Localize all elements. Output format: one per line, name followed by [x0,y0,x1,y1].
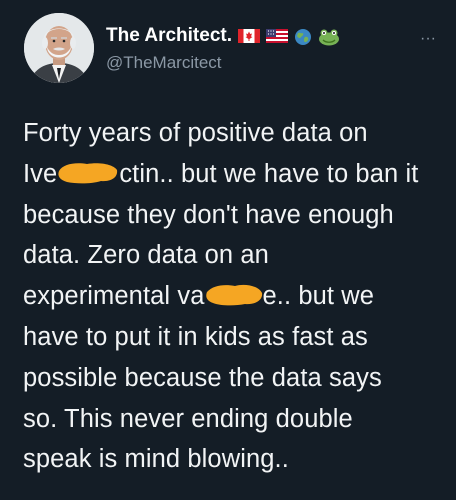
tweet-line: experimental va e.. but we [23,276,448,317]
user-handle[interactable]: @TheMarcitect [106,53,340,73]
name-row: The Architect. [106,24,340,48]
tweet-header: The Architect. @TheMarcitect [106,24,340,73]
tweet-line: have to put it in kids as fast as [23,322,368,351]
tweet-line: Forty years of positive data on [23,119,368,147]
tweet-card: The Architect. @TheMarcitect ··· Forty y… [0,0,456,500]
tweet-line: because they don't have enough [23,200,394,229]
tweet-line: data. Zero data on an [23,241,269,270]
frog-icon [318,28,340,46]
more-options-icon[interactable]: ··· [420,30,436,48]
tweet-line: so. This never ending double [23,404,353,433]
avatar-portrait-icon [24,13,94,83]
redaction-mark [57,157,119,184]
canada-flag-icon [238,28,260,44]
globe-icon [294,28,312,45]
tweet-text: Forty years of positive data on Ive ctin.… [23,113,448,480]
tweet-line: possible because the data says [23,363,382,392]
usa-flag-icon [266,28,288,44]
tweet-line: Ive ctin.. but we have to ban it [23,154,448,195]
display-name[interactable]: The Architect. [106,25,232,47]
tweet-line: speak is mind blowing.. [23,445,289,474]
avatar[interactable] [24,13,94,83]
redaction-mark [205,279,263,306]
